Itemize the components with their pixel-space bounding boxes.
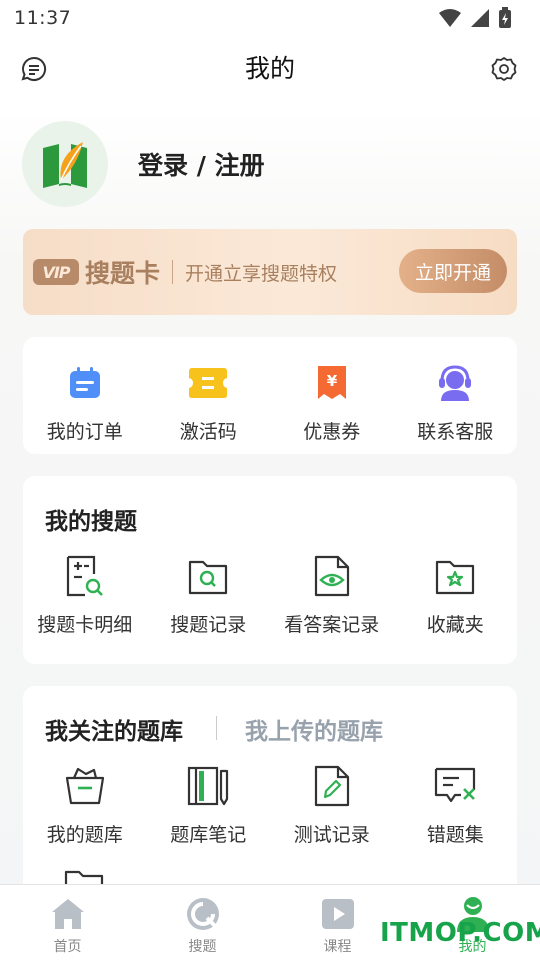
my-search-label: 搜题记录 bbox=[170, 614, 247, 636]
my-search-grid: 搜题卡明细 搜题记录 看答案记录 收藏夹 bbox=[23, 554, 517, 637]
question-bank-label: 我的题库 bbox=[46, 824, 123, 846]
tab-uploaded-banks[interactable]: 我上传的题库 bbox=[245, 712, 383, 746]
nav-label: 搜题 bbox=[188, 939, 217, 955]
question-bank-grid: 我的题库 题库笔记 测试记录 错题集 bbox=[23, 764, 517, 847]
quick-action-label: 激活码 bbox=[179, 421, 237, 443]
quick-actions-grid: 我的订单 激活码 ¥ 优惠券 联系客服 bbox=[23, 361, 517, 444]
quick-action-orders[interactable]: 我的订单 bbox=[23, 361, 147, 444]
my-bank-item[interactable]: 我的题库 bbox=[23, 764, 147, 847]
play-course-icon bbox=[319, 895, 357, 933]
search-detail-icon bbox=[63, 554, 107, 598]
home-icon bbox=[49, 895, 87, 933]
battery-icon bbox=[499, 7, 511, 28]
tab-divider bbox=[216, 716, 217, 740]
quick-action-label: 优惠券 bbox=[303, 421, 361, 443]
status-time: 11:37 bbox=[14, 7, 72, 29]
nav-label: 课程 bbox=[323, 939, 352, 955]
nav-search[interactable]: 搜题 bbox=[135, 885, 270, 960]
vip-description: 开通立享搜题特权 bbox=[185, 262, 338, 285]
signal-icon bbox=[471, 9, 489, 27]
question-bank-label: 测试记录 bbox=[293, 824, 370, 846]
login-register-link[interactable]: 登录 / 注册 bbox=[138, 146, 265, 182]
customer-service-icon bbox=[433, 361, 477, 405]
wifi-icon bbox=[439, 9, 461, 27]
quick-action-coupons[interactable]: ¥ 优惠券 bbox=[270, 361, 394, 444]
tab-followed-banks[interactable]: 我关注的题库 bbox=[45, 712, 183, 746]
status-icons bbox=[438, 7, 512, 29]
test-history-item[interactable]: 测试记录 bbox=[270, 764, 394, 847]
gear-icon[interactable] bbox=[490, 55, 518, 83]
my-search-label: 搜题卡明细 bbox=[37, 614, 133, 636]
vip-banner[interactable]: VIP 搜题卡 开通立享搜题特权 立即开通 bbox=[23, 229, 517, 315]
quick-action-customer-service[interactable]: 联系客服 bbox=[394, 361, 518, 444]
notebook-icon bbox=[186, 764, 230, 808]
my-search-title: 我的搜题 bbox=[45, 509, 137, 535]
profile-section[interactable]: 登录 / 注册 bbox=[22, 120, 265, 208]
quick-action-label: 我的订单 bbox=[46, 421, 123, 443]
svg-text:¥: ¥ bbox=[327, 372, 338, 390]
folder-icon bbox=[63, 866, 107, 884]
favorites-item[interactable]: 收藏夹 bbox=[394, 554, 518, 637]
basket-icon bbox=[63, 764, 107, 808]
my-search-card: 我的搜题 搜题卡明细 搜题记录 看答案记录 收藏夹 bbox=[23, 476, 517, 664]
page-title: 我的 bbox=[244, 54, 295, 83]
avatar[interactable] bbox=[22, 121, 108, 207]
question-bank-label: 题库笔记 bbox=[170, 824, 247, 846]
quick-action-activation-code[interactable]: 激活码 bbox=[147, 361, 271, 444]
vip-open-button[interactable]: 立即开通 bbox=[399, 249, 507, 293]
coupon-icon: ¥ bbox=[310, 361, 354, 405]
search-folder-icon bbox=[186, 554, 230, 598]
search-history-item[interactable]: 搜题记录 bbox=[147, 554, 271, 637]
answer-history-item[interactable]: 看答案记录 bbox=[270, 554, 394, 637]
wrong-questions-item[interactable]: 错题集 bbox=[394, 764, 518, 847]
message-icon[interactable] bbox=[20, 55, 48, 83]
search-nav-icon bbox=[184, 895, 222, 933]
header: 我的 bbox=[0, 42, 540, 92]
logo-icon bbox=[43, 142, 87, 188]
ticket-code-icon bbox=[186, 361, 230, 405]
answer-view-icon bbox=[310, 554, 354, 598]
search-card-detail-item[interactable]: 搜题卡明细 bbox=[23, 554, 147, 637]
vip-divider bbox=[172, 260, 174, 284]
favorites-folder-icon bbox=[433, 554, 477, 598]
vip-badge: VIP bbox=[33, 259, 79, 285]
wrong-questions-icon bbox=[433, 764, 477, 808]
nav-label: 首页 bbox=[53, 939, 82, 955]
question-bank-card: 我关注的题库 我上传的题库 我的题库 题库笔记 测试记录 错题集 bbox=[23, 686, 517, 896]
my-search-label: 看答案记录 bbox=[284, 614, 380, 636]
vip-title: 搜题卡 bbox=[85, 259, 161, 288]
order-calendar-icon bbox=[63, 361, 107, 405]
status-bar: 11:37 bbox=[0, 0, 540, 36]
my-search-label: 收藏夹 bbox=[426, 614, 484, 636]
nav-home[interactable]: 首页 bbox=[0, 885, 135, 960]
bank-notes-item[interactable]: 题库笔记 bbox=[147, 764, 271, 847]
quick-actions-card: 我的订单 激活码 ¥ 优惠券 联系客服 bbox=[23, 337, 517, 454]
quick-action-label: 联系客服 bbox=[417, 421, 494, 443]
question-bank-label: 错题集 bbox=[426, 824, 484, 846]
edit-document-icon bbox=[310, 764, 354, 808]
watermark: ITMOP.COM bbox=[380, 918, 540, 948]
